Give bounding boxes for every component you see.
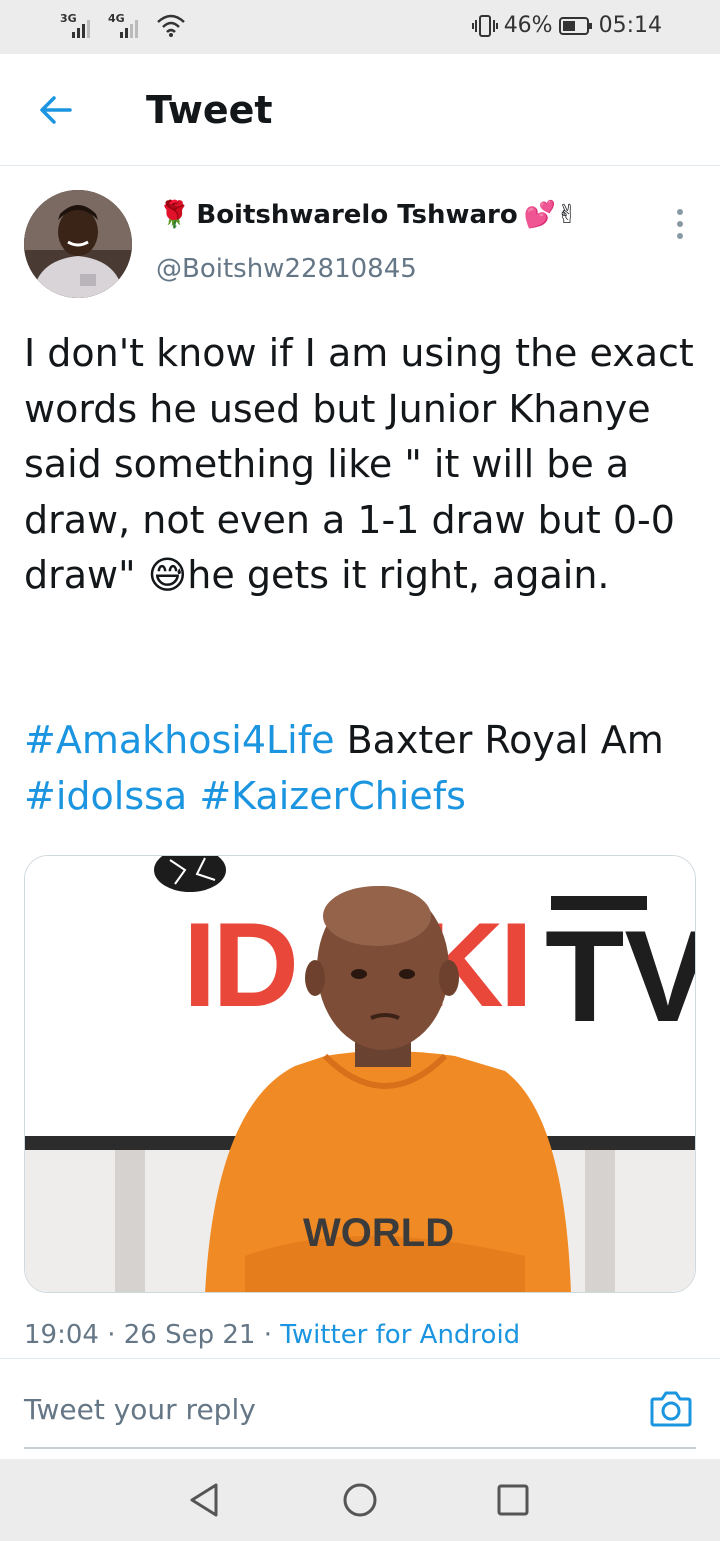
reply-bar: Tweet your reply [0,1358,720,1458]
hoodie-text: WORLD [303,1211,454,1255]
page-title: Tweet [146,88,273,132]
rose-emoji: 🌹 [158,200,191,230]
circle-home-icon[interactable] [341,1481,379,1519]
top-app-bar: Tweet [0,54,720,166]
avatar[interactable] [24,190,132,298]
tweet-date: 26 Sep 21 [123,1320,256,1350]
signal-3g-icon: 3G [60,12,98,38]
arrow-left-icon[interactable] [38,92,74,128]
battery-percent: 46% [503,13,553,38]
camera-icon[interactable] [650,1389,692,1427]
tweet-text-mid: Baxter Royal Am [334,718,664,762]
square-recents-icon[interactable] [494,1481,532,1519]
signal-4g-icon: 4G [108,12,146,38]
tweet-time: 19:04 [24,1320,99,1350]
meta-separator: · [107,1320,124,1350]
system-navigation-bar [0,1459,720,1541]
sign-text-tv: TV [545,903,696,1049]
tweet-meta: 19:04 · 26 Sep 21 · Twitter for Android [24,1320,520,1350]
vibrate-icon [471,14,498,37]
status-time: 05:14 [598,13,662,38]
tweet-text: I don't know if I am using the exact wor… [24,331,706,597]
status-bar: 3G 4G 46% 05:14 [0,0,720,54]
battery-icon [558,16,592,35]
author-handle[interactable]: @Boitshw22810845 [156,254,417,284]
reply-input[interactable]: Tweet your reply [24,1393,256,1426]
meta-separator: · [263,1320,281,1350]
wifi-icon [157,14,185,37]
reply-underline [24,1447,696,1449]
more-vertical-icon[interactable] [670,204,690,244]
triangle-back-icon[interactable] [186,1481,224,1519]
hashtag-link[interactable]: #idolssa [24,774,187,818]
hearts-victory-emoji: 💕✌ [523,200,578,230]
hashtag-link[interactable]: #KaizerChiefs [199,774,466,818]
tweet-hashtags: #Amakhosi4Life Baxter Royal Am #idolssa … [24,713,696,824]
tweet-media-image[interactable]: ID KI TV WORLD [24,855,696,1293]
hashtag-link[interactable]: #Amakhosi4Life [24,718,335,762]
author-display-name[interactable]: Boitshwarelo Tshwaro [196,200,517,230]
tweet-source-link[interactable]: Twitter for Android [280,1320,520,1350]
author-name-row[interactable]: 🌹 Boitshwarelo Tshwaro 💕✌ [158,200,578,230]
sign-text-left: ID [183,898,295,1032]
